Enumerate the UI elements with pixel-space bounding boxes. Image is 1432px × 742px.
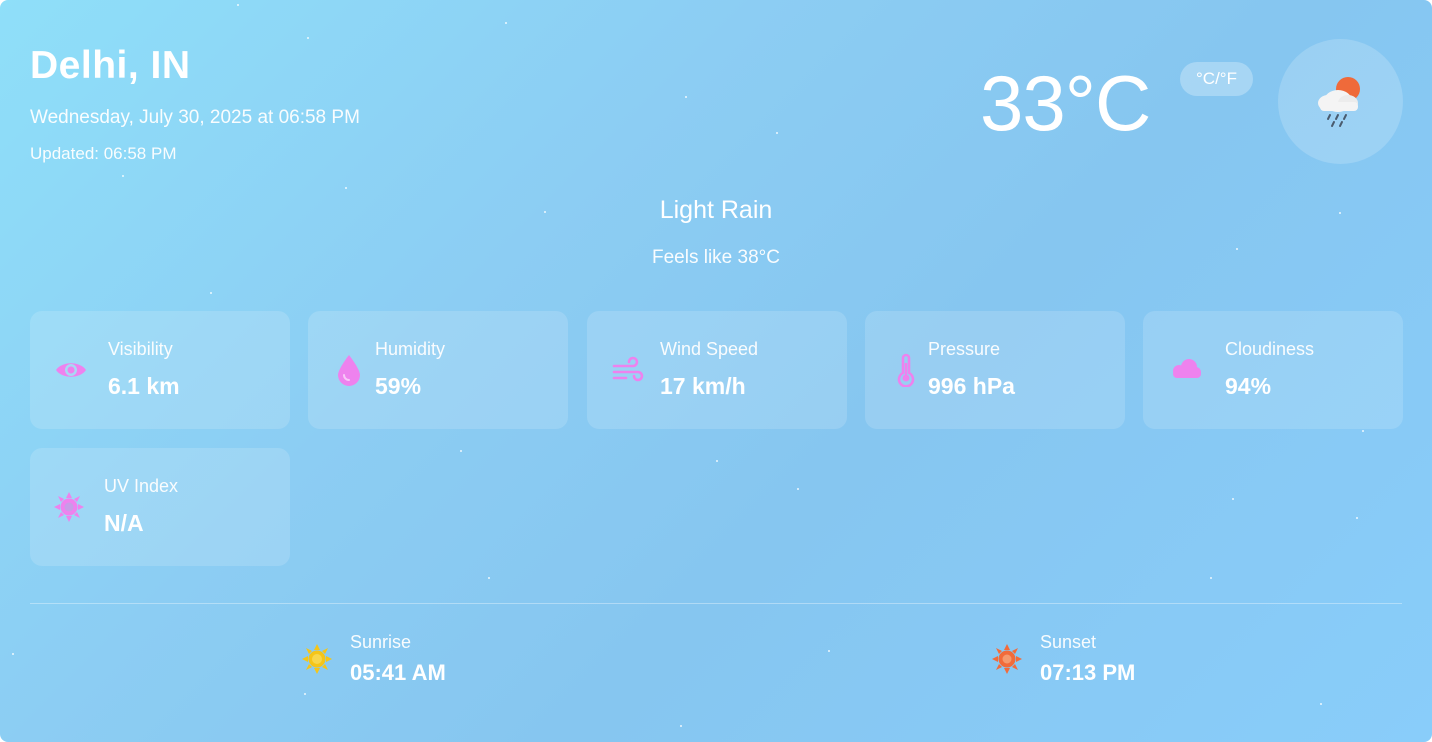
sunset-label: Sunset (1040, 632, 1097, 652)
visibility-label: Visibility (108, 339, 173, 359)
current-temperature: 33°C (980, 59, 1151, 147)
sunset-sun-icon (992, 644, 1022, 674)
divider (30, 603, 1402, 604)
cloudiness-label: Cloudiness (1225, 339, 1315, 359)
cloud-icon (1173, 359, 1201, 378)
uv-index-label: UV Index (104, 476, 179, 496)
sunrise-sun-icon (302, 644, 332, 674)
updated-time: Updated: 06:58 PM (30, 144, 177, 163)
detail-tile-cloudiness: Cloudiness 94% (1143, 311, 1403, 429)
visibility-value: 6.1 km (108, 373, 180, 399)
weather-card: Delhi, IN Wednesday, July 30, 2025 at 06… (0, 0, 1432, 742)
sunset-time: 07:13 PM (1040, 660, 1136, 685)
pressure-value: 996 hPa (928, 373, 1015, 399)
droplet-icon (338, 355, 360, 386)
eye-icon (56, 363, 86, 377)
unit-toggle-button[interactable]: °C/°F (1180, 62, 1253, 96)
city-name: Delhi, IN (30, 44, 191, 87)
detail-tile-wind-speed: Wind Speed 17 km/h (587, 311, 847, 429)
current-datetime: Wednesday, July 30, 2025 at 06:58 PM (30, 107, 360, 128)
detail-tile-humidity: Humidity 59% (308, 311, 568, 429)
detail-tile-visibility: Visibility 6.1 km (30, 311, 290, 429)
uv-index-value: N/A (104, 510, 144, 536)
uv-sun-icon (54, 492, 84, 522)
wind-speed-label: Wind Speed (660, 339, 759, 359)
sunrise-label: Sunrise (350, 632, 412, 652)
humidity-label: Humidity (375, 339, 446, 359)
pressure-label: Pressure (928, 339, 1001, 359)
cloud-sun-rain-icon (1318, 77, 1360, 127)
detail-tile-uv-index: UV Index N/A (30, 448, 290, 566)
sunrise-time: 05:41 AM (350, 660, 446, 685)
wind-icon (612, 356, 644, 382)
humidity-value: 59% (375, 373, 422, 399)
thermometer-icon (897, 353, 915, 387)
cloudiness-value: 94% (1225, 373, 1272, 399)
weather-icon-container (1278, 39, 1403, 164)
feels-like: Feels like 38°C (652, 247, 780, 268)
weather-condition: Light Rain (659, 196, 773, 224)
detail-tile-pressure: Pressure 996 hPa (865, 311, 1125, 429)
wind-speed-value: 17 km/h (660, 373, 746, 399)
